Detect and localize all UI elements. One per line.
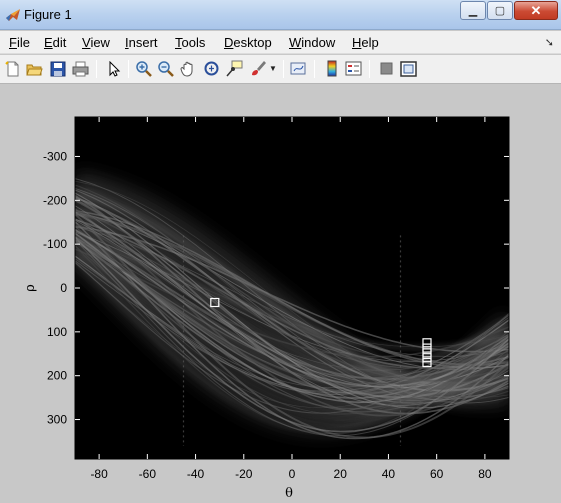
- edit-plot-button[interactable]: [104, 59, 123, 78]
- menu-help[interactable]: Help: [352, 35, 379, 50]
- y-tick-label: -200: [43, 193, 67, 207]
- x-tick-label: 40: [382, 467, 396, 481]
- figure-toolbar: ▼: [0, 55, 561, 84]
- figure-canvas: -80 -60 -40 -20 0 20 40 60 80 -300 -200 -100 0 100 200…: [0, 85, 561, 503]
- menu-edit[interactable]: Edit: [44, 35, 66, 50]
- link-plot-icon: [290, 62, 306, 75]
- data-cursor-button[interactable]: [225, 59, 244, 78]
- insert-legend-button[interactable]: [344, 59, 363, 78]
- x-tick-label: 60: [430, 467, 444, 481]
- toolbar-separator: [283, 60, 284, 78]
- brush-button[interactable]: [249, 59, 268, 78]
- title-bar[interactable]: Figure 1 ▁ ▢ ✕: [0, 0, 561, 30]
- minimize-icon: ▁: [468, 5, 478, 17]
- window-title: Figure 1: [24, 7, 72, 22]
- hough-transform-plot[interactable]: -80 -60 -40 -20 0 20 40 60 80-300-200-1000100200…: [0, 85, 561, 503]
- show-plot-tools-icon: [400, 60, 417, 77]
- print-button[interactable]: [71, 59, 90, 78]
- close-button[interactable]: ✕: [514, 1, 558, 20]
- y-tick-label: 0: [60, 281, 67, 295]
- pan-button[interactable]: [179, 59, 198, 78]
- insert-colorbar-icon: [327, 60, 336, 77]
- toolbar-separator: [128, 60, 129, 78]
- new-figure-button[interactable]: [3, 59, 22, 78]
- close-icon: ✕: [530, 2, 542, 18]
- print-icon: [72, 61, 89, 76]
- rotate-3d-button[interactable]: [202, 59, 221, 78]
- menu-insert[interactable]: Insert: [125, 35, 158, 50]
- hide-plot-tools-button[interactable]: [377, 59, 396, 78]
- link-plot-button[interactable]: [289, 59, 308, 78]
- show-plot-tools-button[interactable]: [399, 59, 418, 78]
- x-tick-label: 0: [289, 467, 296, 481]
- brush-dropdown[interactable]: ▼: [268, 59, 278, 78]
- toolbar-dock-arrow-icon[interactable]: ➘: [545, 36, 554, 49]
- y-tick-label: -300: [43, 149, 67, 163]
- rotate-3d-icon: [204, 61, 219, 76]
- zoom-in-icon: [136, 61, 152, 77]
- y-axis-label: ρ: [23, 284, 38, 292]
- maximize-icon: ▢: [494, 5, 506, 17]
- brush-icon: [252, 61, 266, 76]
- zoom-out-icon: [158, 61, 174, 77]
- y-tick-label: 200: [47, 369, 67, 383]
- figure-window: Figure 1 ▁ ▢ ✕ File Edit View Insert Tools De…: [0, 0, 561, 503]
- zoom-in-button[interactable]: [134, 59, 153, 78]
- x-tick-label: 20: [334, 467, 348, 481]
- hide-plot-tools-icon: [380, 62, 393, 75]
- zoom-out-button[interactable]: [156, 59, 175, 78]
- maximize-button[interactable]: ▢: [487, 1, 513, 20]
- new-figure-icon: [4, 60, 18, 76]
- insert-colorbar-button[interactable]: [322, 59, 341, 78]
- insert-legend-icon: [345, 61, 362, 76]
- save-button[interactable]: [48, 59, 67, 78]
- menu-desktop[interactable]: Desktop: [224, 35, 272, 50]
- data-cursor-icon: [226, 60, 243, 77]
- y-tick-label: -100: [43, 237, 67, 251]
- save-icon: [50, 61, 65, 76]
- x-tick-label: -40: [187, 467, 205, 481]
- chevron-down-icon: ▼: [269, 64, 277, 73]
- menu-tools[interactable]: Tools: [175, 35, 205, 50]
- toolbar-separator: [96, 60, 97, 78]
- menu-view[interactable]: View: [82, 35, 110, 50]
- x-axis-label: θ: [285, 486, 293, 501]
- x-tick-label: -60: [139, 467, 157, 481]
- toolbar-separator: [369, 60, 370, 78]
- open-file-button[interactable]: [25, 59, 44, 78]
- pan-icon: [180, 61, 193, 77]
- minimize-button[interactable]: ▁: [460, 1, 486, 20]
- x-tick-label: -80: [90, 467, 108, 481]
- x-tick-label: 80: [478, 467, 492, 481]
- toolbar-separator: [314, 60, 315, 78]
- edit-plot-icon: [109, 60, 120, 77]
- menu-file[interactable]: File: [9, 35, 30, 50]
- x-tick-label: -20: [235, 467, 253, 481]
- menu-bar: File Edit View Insert Tools Desktop Window Help…: [0, 31, 561, 54]
- open-file-icon: [26, 64, 43, 75]
- y-tick-label: 100: [47, 325, 67, 339]
- menu-window[interactable]: Window: [289, 35, 335, 50]
- matlab-logo-icon: [6, 9, 20, 21]
- y-tick-label: 300: [47, 413, 67, 427]
